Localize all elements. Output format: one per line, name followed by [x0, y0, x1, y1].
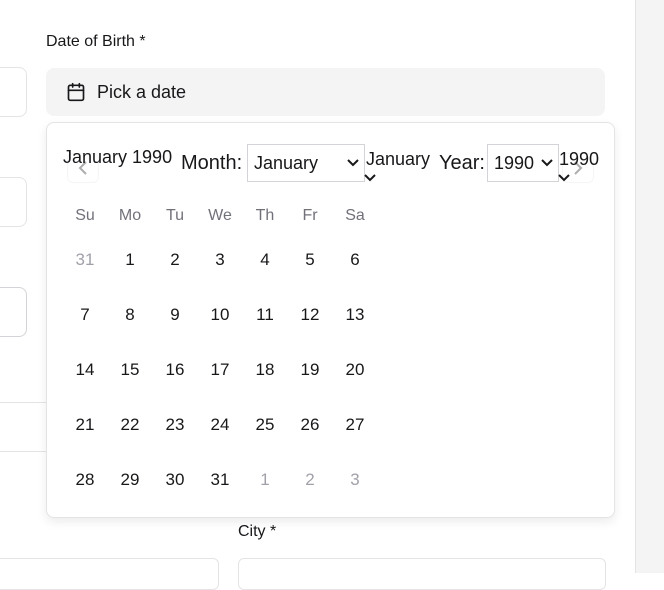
- page-gutter: [635, 0, 664, 573]
- weekday-header: Mo: [118, 207, 142, 224]
- calendar-day[interactable]: 4: [245, 240, 285, 280]
- form-field-fragment[interactable]: [0, 177, 27, 227]
- calendar-day[interactable]: 7: [65, 295, 105, 335]
- form-field-fragment[interactable]: [0, 67, 27, 117]
- calendar-day[interactable]: 21: [65, 405, 105, 445]
- calendar-day[interactable]: 9: [155, 295, 195, 335]
- calendar-day[interactable]: 15: [110, 350, 150, 390]
- weekday-header: We: [208, 207, 232, 224]
- month-caption: January: [366, 149, 431, 169]
- weekday-header: Tu: [165, 207, 185, 224]
- calendar-day[interactable]: 8: [110, 295, 150, 335]
- dob-label: Date of Birth *: [46, 33, 146, 50]
- form-field-fragment[interactable]: [0, 287, 27, 337]
- calendar-day[interactable]: 5: [290, 240, 330, 280]
- calendar-day[interactable]: 31: [200, 460, 240, 500]
- calendar-day[interactable]: 13: [335, 295, 375, 335]
- calendar-day[interactable]: 10: [200, 295, 240, 335]
- year-caption: 1990: [559, 149, 600, 169]
- calendar-day[interactable]: 16: [155, 350, 195, 390]
- date-picker-button[interactable]: Pick a date: [46, 68, 605, 116]
- calendar-day[interactable]: 19: [290, 350, 330, 390]
- calendar-day[interactable]: 17: [200, 350, 240, 390]
- year-select-value: 1990: [494, 152, 535, 173]
- calendar-day[interactable]: 24: [200, 405, 240, 445]
- calendar-day[interactable]: 27: [335, 405, 375, 445]
- calendar-day[interactable]: 11: [245, 295, 285, 335]
- calendar-day[interactable]: 3: [200, 240, 240, 280]
- calendar-day[interactable]: 28: [65, 460, 105, 500]
- calendar-day[interactable]: 12: [290, 295, 330, 335]
- date-picker-button-text: Pick a date: [97, 81, 187, 102]
- city-input[interactable]: [238, 558, 606, 590]
- form-field-fragment[interactable]: [0, 558, 219, 590]
- calendar-day[interactable]: 20: [335, 350, 375, 390]
- calendar-popover: January 1990 Month: January January Year…: [46, 122, 615, 518]
- chevron-down-icon: [364, 174, 376, 182]
- weekday-header: Sa: [345, 207, 365, 224]
- calendar-day[interactable]: 14: [65, 350, 105, 390]
- month-select-value: January: [254, 152, 319, 173]
- calendar-icon: [66, 82, 86, 102]
- calendar-day[interactable]: 22: [110, 405, 150, 445]
- calendar-caption: January 1990: [63, 147, 173, 167]
- calendar-day[interactable]: 1: [110, 240, 150, 280]
- calendar-day-outside[interactable]: 31: [65, 240, 105, 280]
- year-select[interactable]: 1990: [487, 144, 559, 182]
- calendar-day[interactable]: 6: [335, 240, 375, 280]
- year-select-label: Year:: [439, 152, 485, 174]
- calendar-day-outside[interactable]: 2: [290, 460, 330, 500]
- calendar-day-outside[interactable]: 1: [245, 460, 285, 500]
- calendar-day[interactable]: 23: [155, 405, 195, 445]
- calendar-day[interactable]: 18: [245, 350, 285, 390]
- weekday-header: Su: [75, 207, 95, 224]
- calendar-day[interactable]: 30: [155, 460, 195, 500]
- calendar-day[interactable]: 29: [110, 460, 150, 500]
- chevron-down-icon: [558, 174, 570, 182]
- calendar-day-outside[interactable]: 3: [335, 460, 375, 500]
- month-select-label: Month:: [181, 152, 243, 174]
- month-select[interactable]: January: [247, 144, 365, 182]
- weekday-header: Fr: [302, 207, 318, 224]
- weekday-header: Th: [255, 207, 275, 224]
- calendar-day[interactable]: 2: [155, 240, 195, 280]
- chevron-down-icon: [541, 159, 553, 167]
- city-label: City *: [238, 523, 277, 540]
- calendar-day[interactable]: 26: [290, 405, 330, 445]
- calendar-day[interactable]: 25: [245, 405, 285, 445]
- chevron-down-icon: [347, 159, 359, 167]
